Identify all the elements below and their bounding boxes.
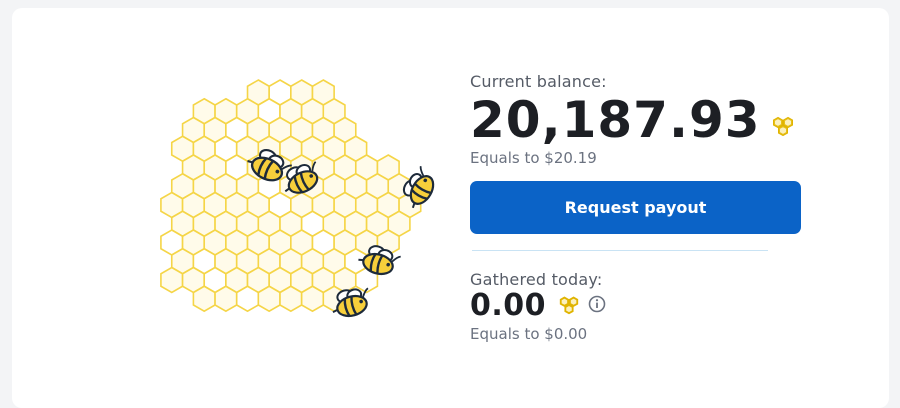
honeycomb-graphic: [160, 79, 435, 318]
gathered-today-row: 0.00: [470, 289, 810, 323]
current-balance-row: 20,187.93: [470, 93, 810, 147]
beehive-illustration: [110, 70, 450, 340]
info-icon[interactable]: [588, 295, 606, 317]
current-balance-label: Current balance:: [470, 72, 607, 91]
honeycomb-coin-icon: [769, 113, 797, 141]
section-divider: [472, 250, 768, 251]
gathered-today-section: Gathered today: 0.00 Equals to $0.00: [470, 270, 810, 343]
gathered-today-label: Gathered today:: [470, 270, 603, 289]
honeycomb-cell: [214, 285, 238, 313]
honeycomb-cell: [279, 285, 303, 313]
current-balance-section: Current balance: 20,187.93 Equals to $20…: [470, 72, 810, 167]
honeycomb-cell: [160, 266, 184, 294]
gathered-today-usd: Equals to $0.00: [470, 325, 588, 343]
honeycomb-cell: [235, 285, 260, 313]
current-balance-amount: 20,187.93: [470, 91, 761, 149]
gathered-today-amount: 0.00: [470, 288, 547, 323]
honeycomb-coin-icon: [556, 293, 582, 319]
honeycomb-cell: [257, 285, 281, 313]
request-payout-button[interactable]: Request payout: [470, 181, 801, 234]
current-balance-usd: Equals to $20.19: [470, 149, 597, 167]
honeycomb-cell: [300, 285, 325, 313]
honeycomb-cell: [192, 285, 216, 313]
